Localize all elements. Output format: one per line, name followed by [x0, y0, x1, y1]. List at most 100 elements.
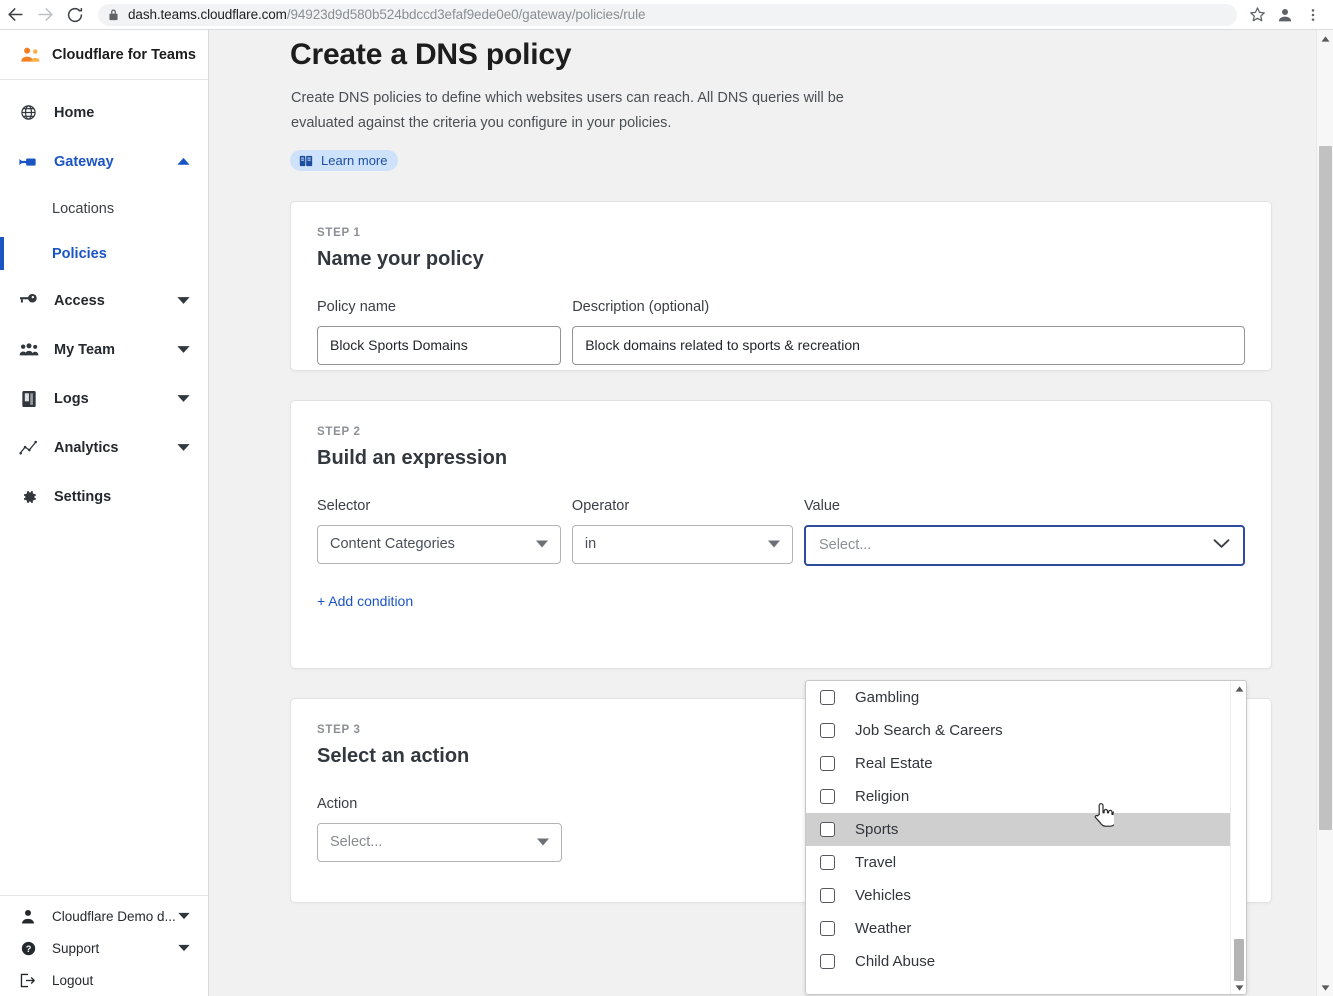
chevron-down-icon[interactable] — [177, 341, 190, 359]
chevron-down-icon[interactable] — [177, 439, 190, 457]
sidebar-support-label: Support — [52, 940, 100, 956]
sidebar-item-label: Analytics — [54, 439, 119, 456]
browser-menu-button[interactable] — [1299, 1, 1327, 29]
dropdown-option-label: Child Abuse — [855, 953, 936, 970]
checkbox-icon[interactable] — [820, 789, 835, 804]
user-icon — [18, 909, 38, 924]
star-icon — [1249, 7, 1265, 22]
sidebar-item-label: Access — [54, 292, 105, 309]
dropdown-option[interactable]: Real Estate — [806, 747, 1231, 780]
sidebar-item-my-team[interactable]: My Team — [0, 325, 208, 374]
line-chart-icon — [18, 437, 39, 458]
address-bar[interactable]: dash.teams.cloudflare.com/94923d9d580b52… — [98, 3, 1237, 26]
dropdown-option[interactable]: Religion — [806, 780, 1231, 813]
checkbox-icon[interactable] — [820, 855, 835, 870]
dropdown-option-label: Gambling — [855, 689, 920, 706]
browser-toolbar: dash.teams.cloudflare.com/94923d9d580b52… — [0, 0, 1333, 29]
dropdown-option[interactable]: Weather — [806, 912, 1231, 945]
step-1-label: STEP 1 — [317, 226, 361, 239]
sidebar-item-label: My Team — [54, 341, 115, 358]
dropdown-option[interactable]: Sports — [806, 813, 1231, 846]
chevron-down-icon[interactable] — [178, 939, 190, 957]
chevron-down-icon — [767, 540, 780, 548]
brand-label: Cloudflare for Teams — [52, 46, 196, 63]
key-icon — [18, 290, 39, 311]
dropdown-scroll-thumb[interactable] — [1234, 939, 1244, 981]
sidebar-item-label: Settings — [54, 488, 112, 505]
brand-logo[interactable]: Cloudflare for Teams — [0, 30, 208, 80]
globe-icon — [18, 102, 39, 123]
chevron-down-icon — [537, 838, 549, 846]
dropdown-option-label: Job Search & Careers — [855, 722, 1003, 739]
sidebar-logout-label: Logout — [52, 972, 94, 988]
value-label: Value — [803, 497, 840, 514]
sidebar-item-settings[interactable]: Settings — [0, 472, 208, 521]
page-scroll-thumb[interactable] — [1319, 146, 1332, 830]
dropdown-option[interactable]: Gambling — [806, 681, 1231, 714]
sidebar-item-label: Gateway — [54, 153, 114, 170]
scroll-up-arrow-icon[interactable] — [1231, 681, 1246, 697]
chevron-down-icon[interactable] — [177, 390, 190, 408]
forward-button[interactable] — [30, 0, 60, 29]
dropdown-option[interactable]: Vehicles — [806, 879, 1231, 912]
action-value: Select... — [330, 834, 383, 850]
sidebar-item-policies[interactable]: Policies — [0, 231, 208, 276]
scroll-down-arrow-icon[interactable] — [1231, 980, 1246, 994]
sidebar-item-support[interactable]: ? Support — [0, 932, 208, 964]
checkbox-icon[interactable] — [820, 822, 835, 837]
people-group-icon — [18, 339, 39, 360]
team-people-icon — [21, 47, 40, 62]
checkbox-icon[interactable] — [820, 723, 835, 738]
sidebar-item-locations[interactable]: Locations — [0, 186, 208, 231]
checkbox-icon[interactable] — [820, 888, 835, 903]
chevron-down-icon[interactable] — [178, 907, 190, 925]
checkbox-icon[interactable] — [820, 921, 835, 936]
page-scrollbar[interactable] — [1316, 30, 1333, 996]
scroll-down-arrow-icon[interactable] — [1317, 979, 1333, 996]
bookmark-star-button[interactable] — [1243, 1, 1271, 29]
operator-dropdown[interactable]: in — [571, 524, 793, 564]
sidebar-subitem-label: Locations — [52, 200, 115, 217]
value-multiselect-input[interactable]: Select... — [803, 524, 1245, 566]
question-circle-icon: ? — [18, 941, 38, 956]
dropdown-option-label: Sports — [855, 821, 899, 838]
dropdown-option[interactable]: Job Search & Careers — [806, 714, 1231, 747]
svg-text:?: ? — [25, 944, 31, 954]
reload-button[interactable] — [60, 0, 90, 29]
checkbox-icon[interactable] — [820, 690, 835, 705]
sidebar-item-gateway[interactable]: Gateway — [0, 137, 208, 186]
sidebar-item-logs[interactable]: Logs — [0, 374, 208, 423]
sidebar: Cloudflare for Teams Home Gateway Locati… — [0, 30, 209, 996]
dropdown-scrollbar[interactable] — [1230, 681, 1246, 994]
three-dots-menu-icon — [1311, 8, 1315, 21]
policy-description-input[interactable]: Block domains related to sports & recrea… — [572, 325, 1245, 365]
scroll-up-arrow-icon[interactable] — [1317, 30, 1333, 47]
learn-more-link[interactable]: Learn more — [290, 150, 399, 171]
sidebar-item-label: Home — [54, 104, 95, 121]
sidebar-item-logout[interactable]: Logout — [0, 964, 208, 996]
selector-label: Selector — [317, 497, 371, 514]
action-dropdown[interactable]: Select... — [317, 822, 562, 862]
sidebar-item-access[interactable]: Access — [0, 276, 208, 325]
profile-button[interactable] — [1271, 1, 1299, 29]
dropdown-option[interactable]: Travel — [806, 846, 1231, 879]
page-description: Create DNS policies to define which webs… — [291, 90, 844, 131]
back-button[interactable] — [0, 0, 30, 29]
sidebar-item-home[interactable]: Home — [0, 88, 208, 137]
add-condition-button[interactable]: + Add condition — [317, 593, 1245, 609]
dropdown-option[interactable]: Child Abuse — [806, 945, 1231, 978]
policy-name-input[interactable]: Block Sports Domains — [317, 325, 562, 365]
checkbox-icon[interactable] — [820, 756, 835, 771]
chevron-down-icon[interactable] — [177, 292, 190, 310]
chevron-up-icon[interactable] — [177, 153, 190, 171]
content-categories-dropdown-menu[interactable]: Gambling Job Search & Careers Real Estate R… — [805, 680, 1247, 995]
url-text: dash.teams.cloudflare.com/94923d9d580b52… — [128, 7, 645, 22]
arrow-right-icon — [37, 8, 53, 21]
policy-description-value: Block domains related to sports & recrea… — [585, 337, 860, 353]
checkbox-icon[interactable] — [820, 954, 835, 969]
selector-dropdown[interactable]: Content Categories — [317, 524, 561, 564]
chevron-down-icon[interactable] — [1213, 537, 1230, 553]
gateway-icon — [18, 151, 39, 172]
sidebar-item-account[interactable]: Cloudflare Demo d... — [0, 900, 208, 932]
sidebar-item-analytics[interactable]: Analytics — [0, 423, 208, 472]
